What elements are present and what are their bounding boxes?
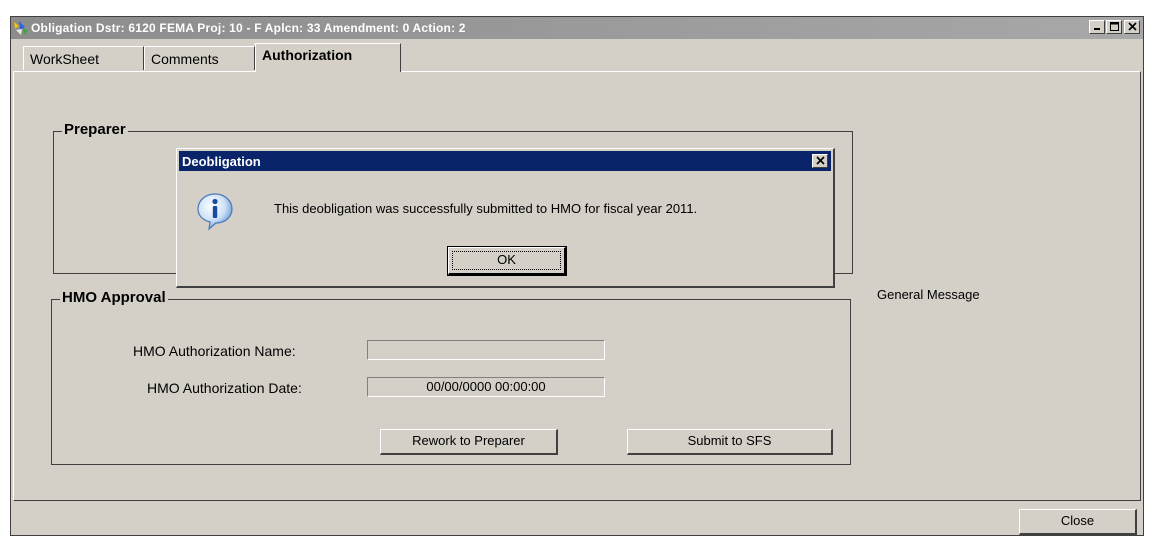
tab-authorization[interactable]: Authorization xyxy=(255,43,401,72)
maximize-button[interactable] xyxy=(1106,20,1122,34)
app-icon xyxy=(14,21,28,35)
close-button[interactable]: Close xyxy=(1019,509,1137,535)
dialog-close-button[interactable] xyxy=(812,154,828,168)
hmo-authorization-name-field[interactable] xyxy=(367,340,605,360)
hmo-authorization-date-label: HMO Authorization Date: xyxy=(147,380,302,396)
hmo-authorization-date-field[interactable]: 00/00/0000 00:00:00 xyxy=(367,377,605,397)
window-titlebar[interactable]: Obligation Dstr: 6120 FEMA Proj: 10 - F … xyxy=(11,17,1143,39)
tab-label: Authorization xyxy=(262,47,353,63)
tab-label: Comments xyxy=(151,51,219,67)
general-message-label: General Message xyxy=(877,287,980,302)
hmo-approval-legend: HMO Approval xyxy=(60,289,168,306)
maximize-icon xyxy=(1109,22,1119,31)
dialog-titlebar[interactable]: Deobligation xyxy=(179,151,831,171)
close-window-button[interactable] xyxy=(1124,20,1140,34)
submit-to-sfs-button[interactable]: Submit to SFS xyxy=(627,429,833,455)
minimize-button[interactable] xyxy=(1089,20,1105,34)
ok-button[interactable]: OK xyxy=(447,246,567,276)
close-icon xyxy=(1127,22,1137,31)
hmo-authorization-name-label: HMO Authorization Name: xyxy=(133,343,296,359)
rework-to-preparer-button[interactable]: Rework to Preparer xyxy=(380,429,558,455)
tab-worksheet[interactable]: WorkSheet xyxy=(23,46,144,70)
close-icon xyxy=(815,156,825,165)
tab-comments[interactable]: Comments xyxy=(144,46,255,70)
deobligation-dialog: Deobligation This deobligation was succe… xyxy=(176,148,835,288)
ok-button-label: OK xyxy=(452,251,561,270)
minimize-icon xyxy=(1094,28,1100,30)
dialog-title: Deobligation xyxy=(182,154,261,169)
dialog-message: This deobligation was successfully submi… xyxy=(274,201,698,216)
tab-label: WorkSheet xyxy=(30,51,99,67)
info-icon xyxy=(197,193,233,231)
window-title: Obligation Dstr: 6120 FEMA Proj: 10 - F … xyxy=(31,21,466,35)
preparer-legend: Preparer xyxy=(62,121,128,138)
